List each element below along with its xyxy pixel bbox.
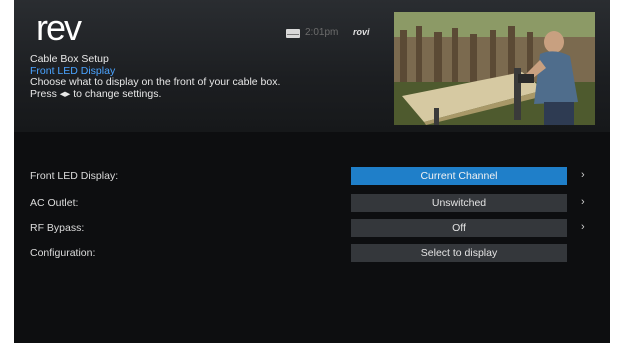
video-frame — [394, 12, 595, 125]
setting-value-button[interactable]: Current Channel — [351, 167, 567, 185]
setting-label: RF Bypass: — [30, 222, 85, 234]
setting-value-button[interactable]: Unswitched — [351, 194, 567, 212]
setting-value-button[interactable]: Off — [351, 219, 567, 237]
setup-hint: Press ◂▸ to change settings. — [30, 87, 162, 100]
rovi-logo: rovi — [353, 27, 370, 37]
setting-row-rf-bypass[interactable]: RF Bypass: Off › — [14, 219, 610, 237]
setting-value-button[interactable]: Select to display — [351, 244, 567, 262]
setup-info: Cable Box Setup Front LED Display Choose… — [30, 53, 281, 100]
live-video-thumbnail — [394, 12, 595, 125]
chevron-right-icon[interactable]: › — [581, 196, 585, 208]
setup-description: Choose what to display on the front of y… — [30, 76, 281, 88]
setting-row-ac-outlet[interactable]: AC Outlet: Unswitched › — [14, 194, 610, 212]
setting-row-front-led-display[interactable]: Front LED Display: Current Channel › — [14, 167, 610, 185]
setting-row-configuration[interactable]: Configuration: Select to display — [14, 244, 610, 262]
svg-text:rev: rev — [36, 10, 82, 46]
setting-label: AC Outlet: — [30, 197, 79, 209]
rev-logo: rev — [36, 10, 84, 46]
setup-title: Cable Box Setup — [30, 53, 109, 65]
tv-screen: rev Cable Box Setup Front LED Display Ch… — [14, 0, 610, 343]
mail-icon — [286, 29, 300, 38]
chevron-right-icon[interactable]: › — [581, 221, 585, 233]
chevron-right-icon[interactable]: › — [581, 169, 585, 181]
setting-label: Configuration: — [30, 247, 96, 259]
clock-time: 2:01pm — [305, 27, 339, 38]
setting-label: Front LED Display: — [30, 170, 119, 182]
header-panel: rev Cable Box Setup Front LED Display Ch… — [14, 0, 610, 132]
